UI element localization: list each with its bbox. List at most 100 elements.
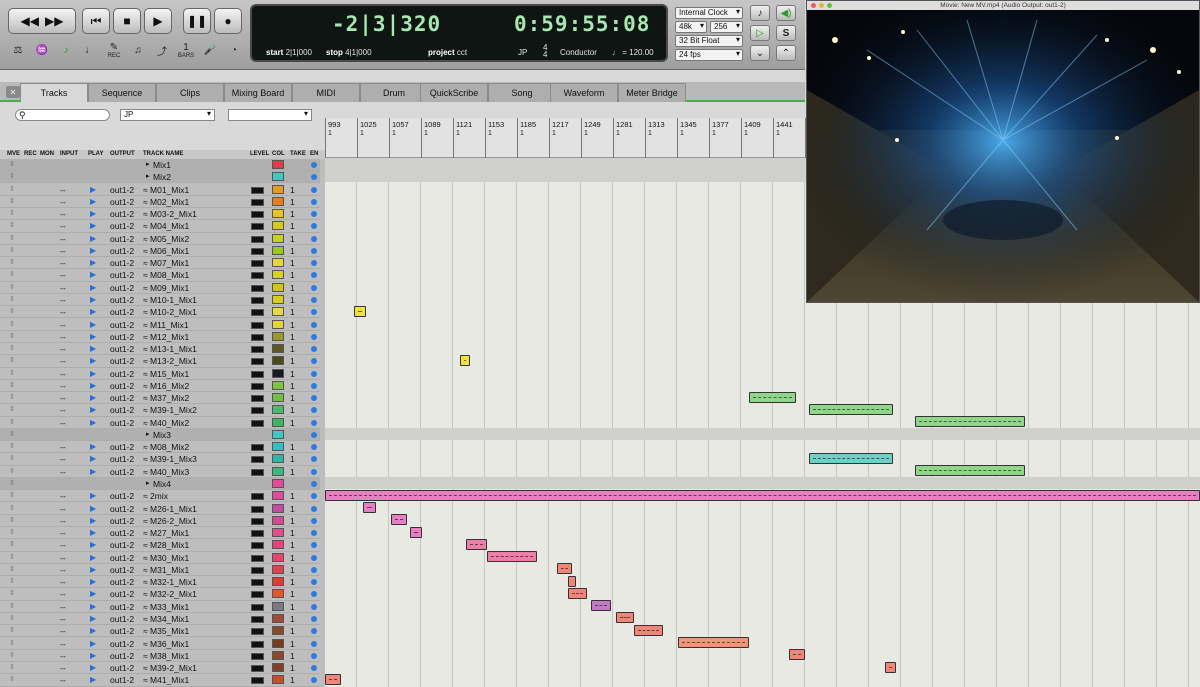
enable-dot[interactable] xyxy=(311,296,317,303)
track-name[interactable]: ≈ M09_Mix1 xyxy=(143,283,189,293)
track-name[interactable]: ≈ M34_Mix1 xyxy=(143,614,189,624)
track-input[interactable]: -- xyxy=(60,405,66,415)
move-handle-icon[interactable]: ⇳ xyxy=(9,221,15,229)
window-zoom-button[interactable] xyxy=(827,3,832,8)
enable-dot[interactable] xyxy=(311,321,317,328)
track-output[interactable]: out1-2 xyxy=(110,614,134,624)
move-handle-icon[interactable]: ⇳ xyxy=(9,454,15,462)
move-handle-icon[interactable]: ⇳ xyxy=(9,332,15,340)
track-color-swatch[interactable] xyxy=(272,209,284,219)
track-output[interactable]: out1-2 xyxy=(110,577,134,587)
play-enable-icon[interactable]: ▶ xyxy=(90,504,96,513)
column-header-track-name[interactable]: TRACK NAME xyxy=(143,151,183,157)
track-color-swatch[interactable] xyxy=(272,479,284,489)
track-color-swatch[interactable] xyxy=(272,552,284,562)
audio-clip[interactable] xyxy=(325,489,1200,501)
track-color-swatch[interactable] xyxy=(272,442,284,452)
folder-track-row[interactable]: ⇳ ▸ Mix4 xyxy=(0,478,320,491)
enable-dot[interactable] xyxy=(311,260,317,267)
enable-dot[interactable] xyxy=(311,370,317,377)
track-output[interactable]: out1-2 xyxy=(110,516,134,526)
track-row[interactable]: ⇳ -- ▶ out1-2 ≈ M09_Mix1 1 xyxy=(0,281,320,294)
move-handle-icon[interactable]: ⇳ xyxy=(9,467,15,475)
return-to-zero-button[interactable]: ⏮ xyxy=(82,8,110,34)
audio-clip[interactable] xyxy=(808,452,893,464)
tool-metronome[interactable]: ⚖ xyxy=(8,41,28,59)
track-color-swatch[interactable] xyxy=(272,454,284,464)
track-output[interactable]: out1-2 xyxy=(110,258,134,268)
main-counter[interactable]: -2|3|320 xyxy=(332,12,441,36)
track-take[interactable]: 1 xyxy=(290,442,295,452)
track-input[interactable]: -- xyxy=(60,454,66,464)
enable-dot[interactable] xyxy=(311,677,317,684)
track-output[interactable]: out1-2 xyxy=(110,504,134,514)
track-row[interactable]: ⇳ -- ▶ out1-2 ≈ M01_Mix1 1 xyxy=(0,183,320,196)
track-take[interactable]: 1 xyxy=(290,540,295,550)
play-enable-icon[interactable]: ▶ xyxy=(90,332,96,341)
track-input[interactable]: -- xyxy=(60,675,66,685)
audio-clip[interactable] xyxy=(808,403,893,415)
enable-dot[interactable] xyxy=(311,579,317,586)
track-name[interactable]: ≈ M01_Mix1 xyxy=(143,185,189,195)
clock-source-select[interactable]: Internal Clock xyxy=(675,7,743,19)
track-output[interactable]: out1-2 xyxy=(110,234,134,244)
track-color-swatch[interactable] xyxy=(272,172,284,182)
enable-dot[interactable] xyxy=(311,456,317,463)
play-enable-icon[interactable]: ▶ xyxy=(90,258,96,267)
track-name[interactable]: ≈ M16_Mix2 xyxy=(143,381,189,391)
audio-clip[interactable] xyxy=(616,612,634,624)
play-enable-icon[interactable]: ▶ xyxy=(90,234,96,243)
track-name[interactable]: ≈ M35_Mix1 xyxy=(143,626,189,636)
track-name[interactable]: ≈ M40_Mix3 xyxy=(143,467,189,477)
tempo-field[interactable]: ♩ = 120.00 xyxy=(612,48,654,57)
track-output[interactable]: out1-2 xyxy=(110,602,134,612)
enable-dot[interactable] xyxy=(311,186,317,193)
track-name[interactable]: ≈ M39-1_Mix3 xyxy=(143,454,197,464)
track-take[interactable]: 1 xyxy=(290,454,295,464)
move-handle-icon[interactable]: ⇳ xyxy=(9,270,15,278)
track-name[interactable]: ≈ M06_Mix1 xyxy=(143,246,189,256)
track-color-swatch[interactable] xyxy=(272,245,284,255)
enable-dot[interactable] xyxy=(311,591,317,598)
track-input[interactable]: -- xyxy=(60,197,66,207)
play-enable-icon[interactable]: ▶ xyxy=(90,663,96,672)
track-color-swatch[interactable] xyxy=(272,577,284,587)
enable-dot[interactable] xyxy=(311,211,317,218)
track-color-swatch[interactable] xyxy=(272,294,284,304)
track-input[interactable]: -- xyxy=(60,614,66,624)
audio-clip[interactable] xyxy=(633,624,663,636)
move-handle-icon[interactable]: ⇳ xyxy=(9,393,15,401)
play-enable-icon[interactable]: ▶ xyxy=(90,295,96,304)
track-row[interactable]: ⇳ -- ▶ out1-2 ≈ M32-2_Mix1 1 xyxy=(0,588,320,601)
track-color-swatch[interactable] xyxy=(272,663,284,673)
audio-clip[interactable] xyxy=(568,575,577,587)
window-close-button[interactable] xyxy=(811,3,816,8)
track-color-swatch[interactable] xyxy=(272,380,284,390)
move-handle-icon[interactable]: ⇳ xyxy=(9,418,15,426)
tab-song[interactable]: Song xyxy=(488,83,556,102)
enable-dot[interactable] xyxy=(311,542,317,549)
track-name[interactable]: ≈ M02_Mix1 xyxy=(143,197,189,207)
track-color-swatch[interactable] xyxy=(272,515,284,525)
track-output[interactable]: out1-2 xyxy=(110,467,134,477)
track-take[interactable]: 1 xyxy=(290,504,295,514)
track-row[interactable]: ⇳ -- ▶ out1-2 ≈ M04_Mix1 1 xyxy=(0,220,320,233)
folder-disclosure-icon[interactable]: ▸ xyxy=(146,479,150,487)
enable-dot[interactable] xyxy=(311,407,317,414)
track-take[interactable]: 1 xyxy=(290,405,295,415)
track-output[interactable]: out1-2 xyxy=(110,356,134,366)
track-row[interactable]: ⇳ -- ▶ out1-2 ≈ M31_Mix1 1 xyxy=(0,563,320,577)
track-take[interactable]: 1 xyxy=(290,381,295,391)
audio-clip[interactable] xyxy=(390,514,408,526)
track-output[interactable]: out1-2 xyxy=(110,344,134,354)
track-input[interactable]: -- xyxy=(60,221,66,231)
column-header-en[interactable]: EN xyxy=(310,151,318,157)
track-name[interactable]: ≈ M10-1_Mix1 xyxy=(143,295,197,305)
window-minimize-button[interactable] xyxy=(819,3,824,8)
track-take[interactable]: 1 xyxy=(290,516,295,526)
track-name[interactable]: ≈ M04_Mix1 xyxy=(143,221,189,231)
track-take[interactable]: 1 xyxy=(290,589,295,599)
track-row[interactable]: ⇳ -- ▶ out1-2 ≈ M32-1_Mix1 1 xyxy=(0,576,320,589)
track-input[interactable]: -- xyxy=(60,320,66,330)
track-row[interactable]: ⇳ -- ▶ out1-2 ≈ M39-1_Mix2 1 xyxy=(0,404,320,417)
